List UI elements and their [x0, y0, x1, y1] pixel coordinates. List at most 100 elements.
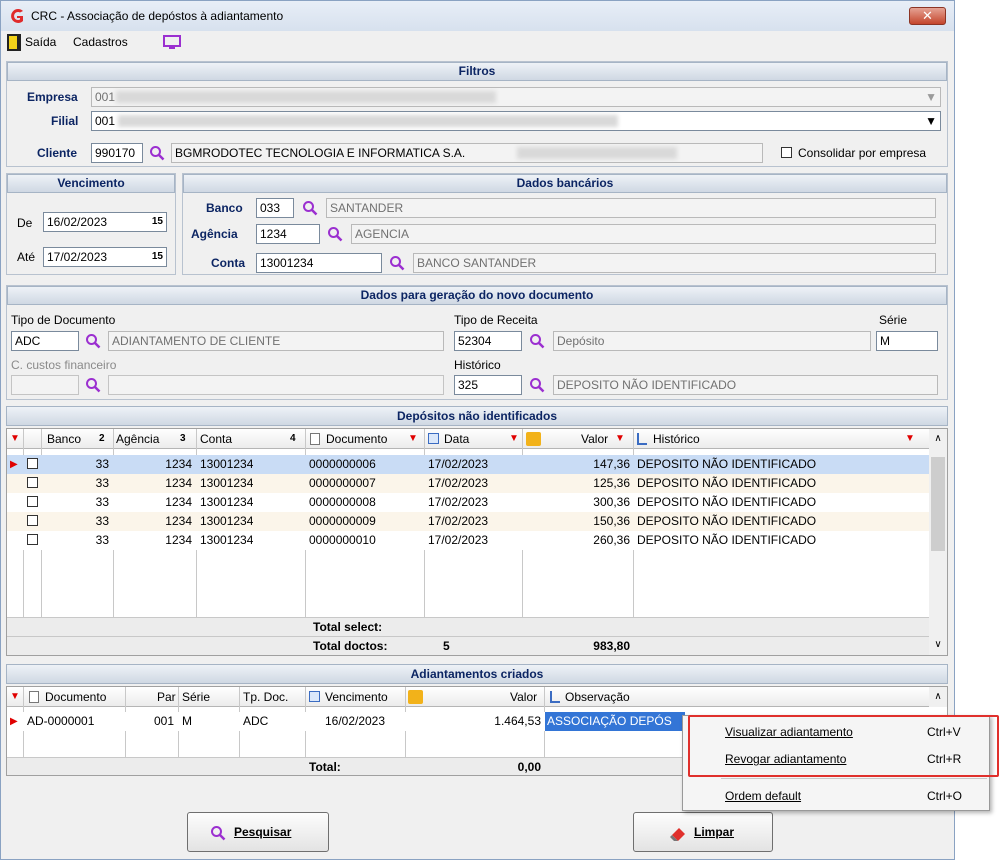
menu-registrations[interactable]: Cadastros	[73, 35, 128, 49]
search-icon[interactable]	[302, 200, 318, 216]
branch-select[interactable]: 001 ▼	[91, 111, 941, 131]
company-value: 001	[95, 90, 116, 104]
company-label: Empresa	[27, 90, 78, 104]
col-document[interactable]: Documento	[326, 429, 387, 449]
cell-value: 1.464,53	[494, 714, 541, 728]
cell-value: 260,36	[593, 533, 630, 547]
scroll-down-icon[interactable]: ∨	[929, 635, 947, 655]
row-checkbox[interactable]	[27, 515, 38, 526]
col-history[interactable]: Histórico	[653, 429, 700, 449]
sort-order-account: 4	[290, 433, 296, 444]
cell-document: 0000000008	[309, 495, 376, 509]
search-icon[interactable]	[529, 377, 545, 393]
branch-name-redacted	[118, 115, 618, 127]
observation-icon	[550, 691, 560, 703]
chevron-down-icon[interactable]: ▼	[925, 112, 937, 130]
consolidate-checkbox[interactable]	[781, 147, 792, 158]
filter-icon[interactable]: ▼	[615, 433, 625, 444]
scrollbar-thumb[interactable]	[931, 457, 945, 551]
window-title: CRC - Associação de depóstos à adiantame…	[31, 9, 284, 23]
calendar-icon[interactable]: 15	[152, 248, 163, 266]
search-button[interactable]: Pesquisar	[187, 812, 329, 852]
scroll-up-icon[interactable]: ∧	[929, 687, 947, 707]
total-select-row: Total select:	[7, 617, 929, 636]
menu-exit[interactable]: Saída	[25, 35, 56, 49]
cell-history: DEPOSITO NÃO IDENTIFICADO	[637, 533, 817, 547]
col-par[interactable]: Par	[157, 687, 176, 707]
chevron-down-icon[interactable]: ▼	[925, 88, 937, 106]
total-select-label: Total select:	[313, 620, 383, 634]
cell-agency: 1234	[165, 457, 192, 471]
filter-icon[interactable]: ▼	[10, 433, 20, 444]
calendar-icon	[309, 691, 320, 702]
menu-item-default-order[interactable]: Ordem default Ctrl+O	[683, 784, 989, 809]
close-button[interactable]: ✕	[909, 7, 946, 25]
cell-due: 16/02/2023	[324, 714, 386, 728]
filter-icon[interactable]: ▼	[408, 433, 418, 444]
advances-total-value: 0,00	[517, 760, 541, 774]
table-row[interactable]: 33 1234 13001234 0000000007 17/02/2023 1…	[7, 474, 929, 493]
bank-panel: Dados bancários Banco 033 SANTANDER Agên…	[182, 173, 948, 275]
cell-history: DEPOSITO NÃO IDENTIFICADO	[637, 495, 817, 509]
row-checkbox[interactable]	[27, 496, 38, 507]
table-row[interactable]: 33 1234 13001234 0000000008 17/02/2023 3…	[7, 493, 929, 512]
search-icon[interactable]	[85, 333, 101, 349]
due-from-input[interactable]: 16/02/2023 15	[43, 212, 167, 232]
col-bank[interactable]: Banco	[47, 429, 81, 449]
col-document[interactable]: Documento	[45, 687, 106, 707]
agency-code-input[interactable]: 1234	[256, 224, 320, 244]
title-bar[interactable]: CRC - Associação de depóstos à adiantame…	[1, 1, 954, 31]
document-icon	[29, 691, 39, 703]
col-doctype[interactable]: Tp. Doc.	[243, 687, 288, 707]
sort-order-bank: 2	[99, 433, 105, 444]
vertical-scrollbar[interactable]	[929, 449, 947, 635]
table-row[interactable]: ▶ 33 1234 13001234 0000000006 17/02/2023…	[7, 455, 929, 474]
search-icon[interactable]	[149, 145, 165, 161]
cell-date: 17/02/2023	[428, 476, 489, 490]
filter-icon[interactable]: ▼	[10, 691, 20, 702]
col-date[interactable]: Data	[444, 429, 469, 449]
branch-label: Filial	[51, 114, 79, 128]
col-value[interactable]: Valor	[581, 429, 608, 449]
scroll-up-icon[interactable]: ∧	[929, 429, 947, 449]
client-name: BGMRODOTEC TECNOLOGIA E INFORMATICA S.A.	[175, 146, 466, 160]
col-series[interactable]: Série	[182, 687, 210, 707]
col-agency[interactable]: Agência	[116, 429, 159, 449]
revtype-code-input[interactable]: 52304	[454, 331, 522, 351]
cell-account: 13001234	[200, 457, 254, 471]
row-checkbox[interactable]	[27, 458, 38, 469]
col-due[interactable]: Vencimento	[325, 687, 388, 707]
client-code-input[interactable]: 990170	[91, 143, 143, 163]
col-value[interactable]: Valor	[510, 687, 537, 707]
search-icon[interactable]	[85, 377, 101, 393]
series-input[interactable]: M	[876, 331, 938, 351]
calendar-icon[interactable]: 15	[152, 213, 163, 231]
table-row[interactable]: 33 1234 13001234 0000000009 17/02/2023 1…	[7, 512, 929, 531]
due-from-label: De	[17, 216, 33, 230]
col-account[interactable]: Conta	[200, 429, 232, 449]
table-row[interactable]: 33 1234 13001234 0000000010 17/02/2023 2…	[7, 531, 929, 550]
doctype-code-input[interactable]: ADC	[11, 331, 79, 351]
col-observation[interactable]: Observação	[565, 687, 630, 707]
search-icon[interactable]	[529, 333, 545, 349]
menu-item-label: Ordem default	[725, 789, 802, 803]
account-code-input[interactable]: 13001234	[256, 253, 382, 273]
company-select[interactable]: 001 ▼	[91, 87, 941, 107]
search-icon[interactable]	[389, 255, 405, 271]
deposits-grid[interactable]: ▼ Banco 2 Agência 3 Conta 4 Documento ▼ …	[6, 428, 948, 656]
document-icon	[310, 433, 320, 445]
due-to-input[interactable]: 17/02/2023 15	[43, 247, 167, 267]
cell-agency: 1234	[165, 476, 192, 490]
filter-icon[interactable]: ▼	[509, 433, 519, 444]
row-checkbox[interactable]	[27, 477, 38, 488]
monitor-icon[interactable]	[163, 35, 181, 50]
deposits-grid-header: ▼ Banco 2 Agência 3 Conta 4 Documento ▼ …	[7, 429, 929, 449]
cell-value: 147,36	[593, 457, 630, 471]
search-icon[interactable]	[327, 226, 343, 242]
bank-code-input[interactable]: 033	[256, 198, 294, 218]
row-checkbox[interactable]	[27, 534, 38, 545]
filter-icon[interactable]: ▼	[905, 433, 915, 444]
clear-button[interactable]: Limpar	[633, 812, 773, 852]
history-code-input[interactable]: 325	[454, 375, 522, 395]
bank-name-field: SANTANDER	[326, 198, 936, 218]
